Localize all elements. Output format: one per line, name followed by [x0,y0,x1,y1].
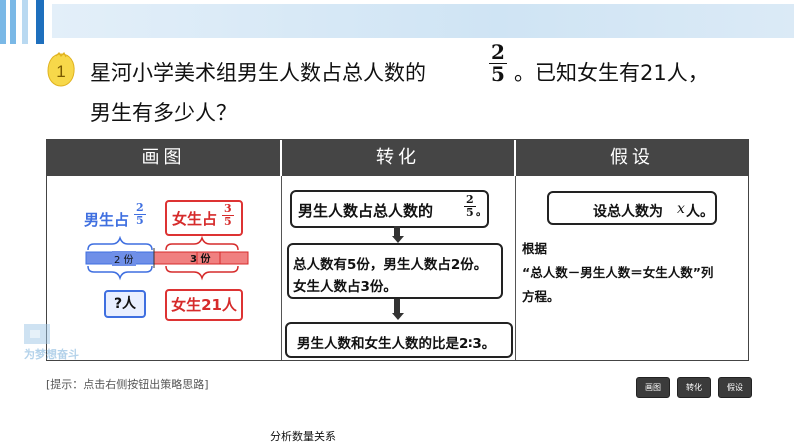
fraction-numerator: 2 [464,193,476,207]
assume-box: 设总人数为 x 人。 [547,191,717,225]
header-assume: 假设 [610,147,654,168]
assume-text: 设总人数为 [593,204,663,220]
question-number: 1 [56,62,65,81]
girl-brace-bottom [165,265,239,281]
header-drawing: 画图 [141,147,186,168]
transform-step-1-text: 男生人数占总人数的 [298,202,434,220]
transform-step-1-end: 。 [476,205,487,218]
boy-share-label: 男生占 [84,211,130,229]
question-fraction: 2 5 [489,42,507,85]
table-header: 画图 转化 假设 [47,140,748,176]
question-text: 星河小学美术组男生人数占总人数的 [90,61,426,85]
assume-variable: x [677,201,685,217]
banner-band [52,4,794,38]
fraction-denominator: 5 [491,62,505,86]
girl-share-label: 女生占 [172,210,218,228]
transform-step-2: 总人数有5份，男生人数占2份。 女生人数占3份。 [287,243,503,299]
assume-line-3: 方程。 [522,289,560,304]
girl-share-box: 女生占 3 5 [165,200,243,236]
question-text-line2: 男生有多少人？ [90,101,237,125]
hint-text: [提示：点击右侧按钮出策略思路] [46,378,209,391]
girl-count-box: 女生21人 [165,289,243,321]
transform-step-3: 男生人数和女生人数的比是2∶3。 [285,322,513,358]
banner-stripe [10,0,16,44]
drawing-strategy-button[interactable]: 画图 [636,377,670,398]
fraction-numerator: 2 [489,40,507,64]
boy-brace-bottom [87,265,153,281]
assume-strategy-button[interactable]: 假设 [718,377,752,398]
segment-diagram [85,236,249,281]
banner-stripe [22,0,28,44]
transform-strategy-button[interactable]: 转化 [677,377,711,398]
transform-step-2-line1: 总人数有5份，男生人数占2份。 [293,257,488,273]
banner-stripe [0,0,6,44]
fraction-numerator: 3 [222,202,234,216]
arrow-down-icon [392,226,404,243]
transform-step-1-fraction: 2 5 [464,194,476,218]
transform-step-3-text: 男生人数和女生人数的比是2∶3。 [297,336,496,352]
girl-parts-label: 3 份 [190,254,211,265]
arrow-down-icon [392,299,404,320]
boy-count-box: ?人 [104,290,146,318]
column-line [515,176,516,360]
fraction-denominator: 5 [224,214,232,228]
assume-line-2: “总人数－男生人数＝女生人数”列 [522,265,714,280]
transform-step-1: 男生人数占总人数的 2 5 。 [290,190,489,228]
top-banner [0,0,794,44]
footer-caption: 分析数量关系 [270,430,336,443]
column-line [281,176,282,360]
transform-step-2-line2: 女生人数占3份。 [293,279,397,295]
girl-brace-top [165,236,239,251]
banner-stripe [36,0,44,44]
girl-share-fraction: 3 5 [222,203,234,227]
assume-line-1: 根据 [522,241,548,256]
fraction-denominator: 5 [136,213,144,227]
fraction-numerator: 2 [134,201,146,215]
header-transform: 转化 [376,147,420,168]
boy-share-fraction: 2 5 [134,202,146,226]
question-text-tail: 。已知女生有21人， [514,61,709,85]
question-number-badge: 1 [47,52,75,87]
boy-brace-top [87,236,153,251]
boy-parts-label: 2 份 [112,251,136,266]
watermark-logo: 为梦想奋斗 [24,324,79,361]
watermark-text: 为梦想奋斗 [24,347,79,361]
fraction-denominator: 5 [466,205,474,219]
assume-text-end: 人。 [686,204,714,220]
